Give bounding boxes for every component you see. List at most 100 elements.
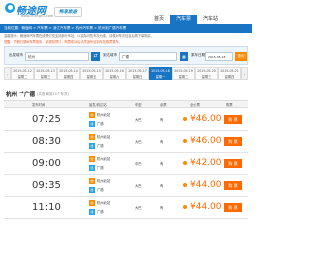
main-nav: 首页 汽车票 汽车站 xyxy=(148,15,224,24)
date-label: 乘车日期 xyxy=(191,53,205,57)
bus-type: 大巴 xyxy=(135,206,142,210)
date-input[interactable]: 2015-05-18 xyxy=(205,52,233,61)
end-badge: 终 xyxy=(89,209,95,215)
date-tab[interactable]: 2015-05-20 星期三 xyxy=(195,67,218,80)
end-badge: 终 xyxy=(89,121,95,127)
start-badge: 始 xyxy=(89,200,95,206)
ticket-price: ¥44.00 xyxy=(190,202,222,212)
ticket-price: ¥46.00 xyxy=(190,114,222,124)
from-city-input[interactable]: 杭州 xyxy=(25,52,89,61)
seat-status: 有 xyxy=(160,140,164,144)
buy-button[interactable]: 购 票 xyxy=(224,159,242,168)
date-tab[interactable]: 2015-05-12 星期二 xyxy=(11,67,34,80)
route-to: 广德 xyxy=(24,92,36,98)
bus-type: 大巴 xyxy=(135,184,142,188)
end-station: 广德 xyxy=(97,210,104,214)
buy-button[interactable]: 购 票 xyxy=(224,203,242,212)
date-tab[interactable]: 2015-05-19 星期二 xyxy=(172,67,195,80)
bus-type: 大巴 xyxy=(135,140,142,144)
date-tab[interactable]: 2015-05-17 星期日 xyxy=(126,67,149,80)
end-station: 广德 xyxy=(97,166,104,170)
start-station[interactable]: 杭州北站 xyxy=(97,179,110,183)
route-arrow-icon: → xyxy=(19,90,24,96)
date-tab[interactable]: 2015-05-13 星期三 xyxy=(34,67,57,80)
logo-url: www.changtu.com xyxy=(21,14,54,18)
end-badge: 终 xyxy=(89,187,95,193)
start-badge: 始 xyxy=(89,178,95,184)
table-row: 08:30 始杭州北站 终广德 大巴 有 ¥46.00 购 票 xyxy=(4,131,248,153)
col-seats: 余票 xyxy=(160,103,167,107)
seat-status: 有 xyxy=(160,184,164,188)
discount-dot-icon xyxy=(183,183,187,187)
start-station[interactable]: 杭州北站 xyxy=(97,135,110,139)
bus-type: 大巴 xyxy=(135,118,142,122)
to-label: 到达城市 xyxy=(103,53,117,57)
end-station: 广德 xyxy=(97,144,104,148)
end-badge: 终 xyxy=(89,143,95,149)
seat-status: 有 xyxy=(160,162,164,166)
date-tab[interactable]: 2015-05-16 星期六 xyxy=(103,67,126,80)
prev-date-icon[interactable]: ‹ xyxy=(4,67,11,80)
departure-time: 08:30 xyxy=(32,136,61,147)
start-badge: 始 xyxy=(89,112,95,118)
calendar-icon[interactable]: ▦ xyxy=(180,52,188,61)
col-buy: 购票 xyxy=(226,103,233,107)
slogan-badge: 畅享旅途 xyxy=(54,7,82,17)
end-station: 广德 xyxy=(97,122,104,126)
col-price: 全价票 xyxy=(190,103,200,107)
table-row: 09:35 始杭州北站 终广德 大巴 有 ¥44.00 购 票 xyxy=(4,175,248,197)
date-tab[interactable]: 2015-05-14 星期四 xyxy=(57,67,80,80)
end-badge: 终 xyxy=(89,165,95,171)
route-title: 杭州 → 广德 (共查询到12个车次) xyxy=(4,89,248,99)
buy-button[interactable]: 购 票 xyxy=(224,181,242,190)
date-strip: ‹ 2015-05-12 星期二 2015-05-13 星期三 2015-05-14… xyxy=(4,67,248,80)
discount-dot-icon xyxy=(183,117,187,121)
departure-time: 09:00 xyxy=(32,158,61,169)
nav-bus-stations[interactable]: 汽车站 xyxy=(197,15,224,24)
result-count: (共查询到12个车次) xyxy=(37,91,69,96)
table-row: 07:25 始杭州北站 终广德 大巴 有 ¥46.00 购 票 xyxy=(4,109,248,131)
nav-home[interactable]: 首页 xyxy=(148,15,170,24)
date-tab[interactable]: 2015-05-21 星期四 xyxy=(218,67,241,80)
discount-dot-icon xyxy=(183,161,187,165)
ticket-price: ¥42.00 xyxy=(190,158,222,168)
seat-status: 有 xyxy=(160,206,164,210)
from-label: 出发城市 xyxy=(9,53,23,57)
nav-bus-tickets[interactable]: 汽车票 xyxy=(170,15,198,24)
route-from: 杭州 xyxy=(6,92,18,98)
to-city-input[interactable]: 广德 xyxy=(119,52,177,61)
table-row: 09:00 始杭州北站 终广德 中巴 有 ¥42.00 购 票 xyxy=(4,153,248,175)
buy-button[interactable]: 购 票 xyxy=(224,137,242,146)
breadcrumb[interactable]: 当前位置：畅途网 > 汽车票 > 浙江汽车票 > 杭州汽车票 > 杭州到广德汽车… xyxy=(0,24,252,33)
start-station[interactable]: 杭州北站 xyxy=(97,201,110,205)
start-badge: 始 xyxy=(89,156,95,162)
departure-time: 09:35 xyxy=(32,180,61,191)
discount-dot-icon xyxy=(183,139,187,143)
date-tab-selected[interactable]: 2015-05-18 星期一 xyxy=(149,67,172,80)
col-time: 发车时间 xyxy=(32,103,46,107)
start-station[interactable]: 杭州北站 xyxy=(97,157,110,161)
end-station: 广德 xyxy=(97,188,104,192)
swap-icon[interactable]: ⇄ xyxy=(91,52,100,61)
start-station[interactable]: 杭州北站 xyxy=(97,113,110,117)
col-bus-type: 车型 xyxy=(135,103,142,107)
seat-status: 有 xyxy=(160,118,164,122)
start-badge: 始 xyxy=(89,134,95,140)
next-date-icon[interactable]: › xyxy=(241,67,248,80)
buy-button[interactable]: 购 票 xyxy=(224,115,242,124)
query-button[interactable]: 查询 xyxy=(235,52,247,61)
col-station: 始发/到达站 xyxy=(89,103,107,107)
site-header: 畅途网 www.changtu.com 畅享旅途 首页 汽车票 汽车站 xyxy=(0,0,252,24)
bus-type: 中巴 xyxy=(135,162,142,166)
date-tab[interactable]: 2015-05-15 星期五 xyxy=(80,67,103,80)
search-panel: 出发城市 杭州 ⇄ 到达城市 广德 ▦ 乘车日期 2015-05-18 查询 xyxy=(4,46,248,65)
discount-dot-icon xyxy=(183,205,187,209)
ticket-price: ¥46.00 xyxy=(190,136,222,146)
table-row: 11:10 始杭州北站 终广德 大巴 有 ¥44.00 购 票 xyxy=(4,197,248,219)
ticket-price: ¥44.00 xyxy=(190,180,222,190)
logo-icon[interactable] xyxy=(5,3,15,13)
warning-line: 提醒：节假日期间车票紧张，请提前预订，购票成功后请凭身份证到车站取票乘车。 xyxy=(4,40,122,44)
departure-time: 11:10 xyxy=(32,202,61,213)
departure-time: 07:25 xyxy=(32,114,61,125)
table-header: 发车时间 始发/到达站 车型 余票 全价票 购票 xyxy=(4,100,248,108)
